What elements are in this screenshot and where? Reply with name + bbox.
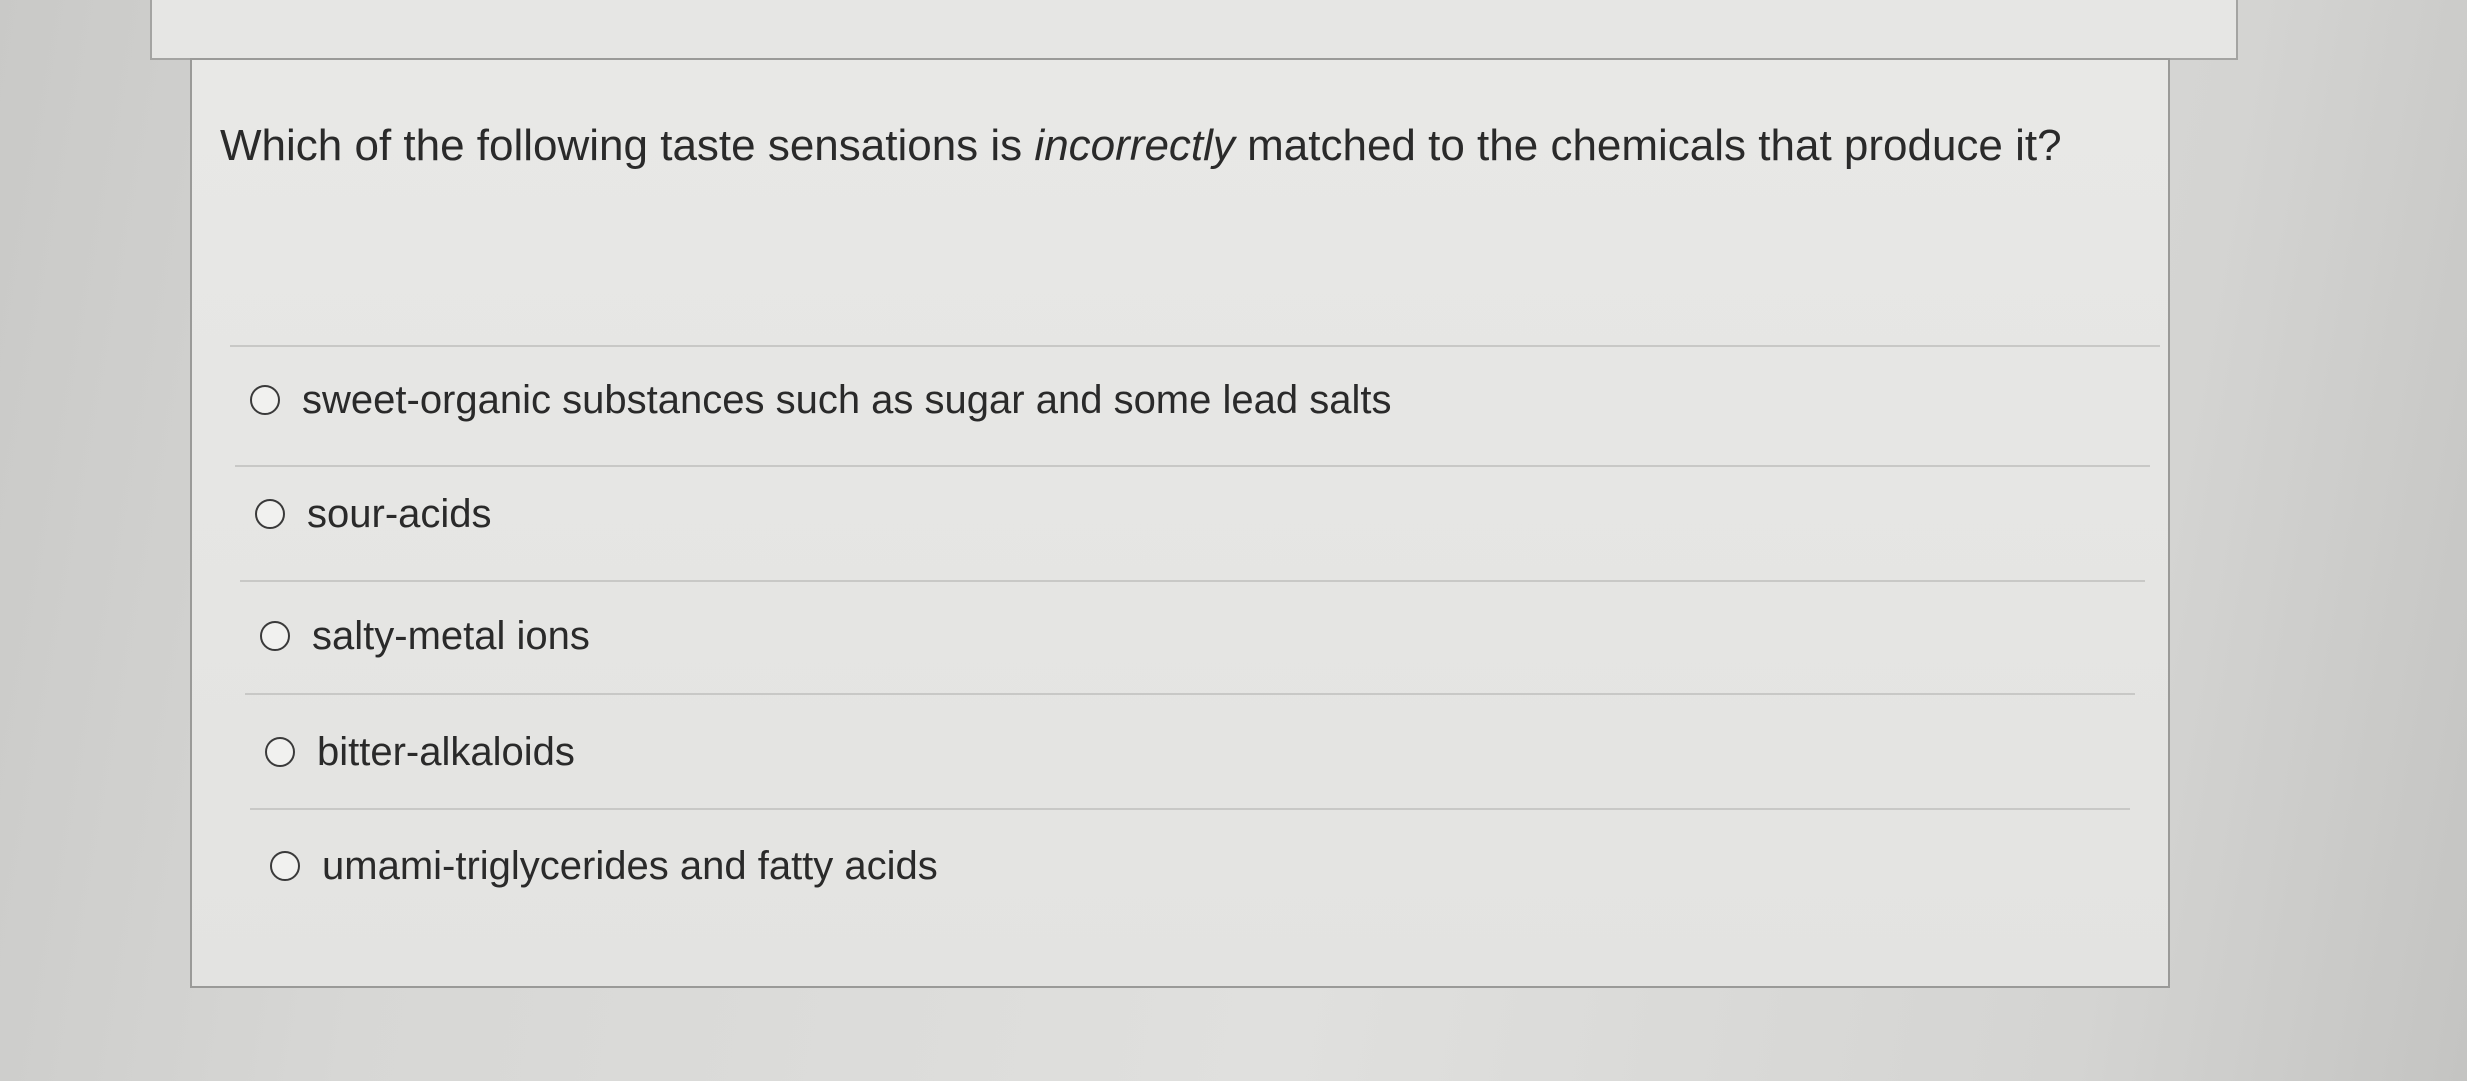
answer-option-sour[interactable]: sour-acids: [255, 484, 492, 544]
question-emphasis: incorrectly: [1034, 121, 1235, 170]
answer-option-label: sweet-organic substances such as sugar a…: [302, 377, 1392, 422]
divider-2: [240, 580, 2145, 582]
radio-button-icon[interactable]: [265, 737, 295, 767]
radio-button-icon[interactable]: [255, 499, 285, 529]
divider-1: [235, 465, 2150, 467]
answer-option-label: salty-metal ions: [312, 613, 590, 658]
radio-button-icon[interactable]: [270, 851, 300, 881]
answer-option-label: bitter-alkaloids: [317, 729, 575, 774]
answer-option-umami[interactable]: umami-triglycerides and fatty acids: [270, 836, 938, 896]
answer-option-sweet[interactable]: sweet-organic substances such as sugar a…: [250, 370, 1391, 430]
answer-option-salty[interactable]: salty-metal ions: [260, 606, 590, 666]
radio-button-icon[interactable]: [260, 621, 290, 651]
divider-top: [230, 345, 2160, 347]
answer-option-label: sour-acids: [307, 491, 492, 536]
divider-4: [250, 808, 2130, 810]
answer-option-bitter[interactable]: bitter-alkaloids: [265, 722, 575, 782]
top-frame: [150, 0, 2238, 60]
answer-option-label: umami-triglycerides and fatty acids: [322, 843, 938, 888]
question-text-after: matched to the chemicals that produce it…: [1234, 121, 2062, 170]
radio-button-icon[interactable]: [250, 385, 280, 415]
question-text-before: Which of the following taste sensations …: [220, 121, 1035, 170]
question-text: Which of the following taste sensations …: [220, 110, 2160, 182]
divider-3: [245, 693, 2135, 695]
